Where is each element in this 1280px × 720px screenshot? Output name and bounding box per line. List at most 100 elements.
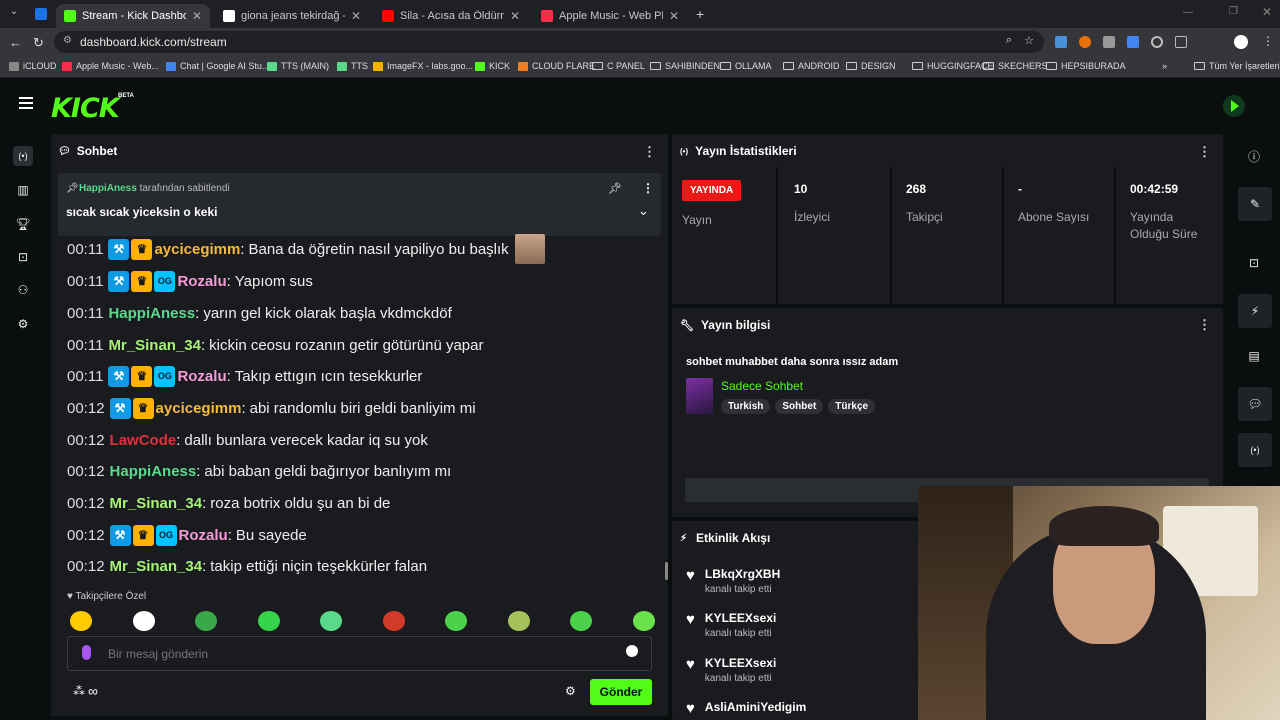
lightning-icon[interactable]: ⚡︎: [1238, 294, 1272, 328]
chat-message[interactable]: 00:11 HappiAness: yarın gel kick olarak ba…: [67, 301, 452, 325]
emoji-icon[interactable]: [626, 645, 638, 657]
bookmark-item[interactable]: KICK: [475, 61, 510, 71]
capture-icon[interactable]: ⊡: [1244, 253, 1264, 273]
chat-message[interactable]: 00:12 LawCode: dallı bunlara verecek kadar…: [67, 428, 428, 452]
tag-pill[interactable]: Turkish: [721, 399, 771, 414]
chat-input[interactable]: [67, 636, 652, 671]
tag-pill[interactable]: Sohbet: [775, 399, 824, 414]
kick-points-icon[interactable]: ⁂: [73, 684, 85, 698]
bookmark-item[interactable]: Apple Music - Web...: [62, 61, 159, 71]
message-username[interactable]: HappiAness: [110, 463, 197, 480]
zoom-icon[interactable]: ⌕: [1006, 34, 1012, 47]
bookmark-item[interactable]: TTS (MAIN): [267, 61, 329, 71]
broadcast-icon[interactable]: (•): [1238, 433, 1272, 467]
tab-pinned-favicon[interactable]: [35, 8, 47, 20]
mod-badge-icon[interactable]: ⚒: [108, 365, 130, 387]
emote-button[interactable]: [632, 611, 655, 631]
message-username[interactable]: Rozalu: [177, 273, 226, 290]
profile-avatar[interactable]: [1234, 35, 1248, 49]
message-username[interactable]: LawCode: [110, 432, 177, 449]
hamburger-menu-icon[interactable]: [19, 97, 33, 109]
chat-message[interactable]: 00:12 Mr_Sinan_34: roza botrix oldu şu an …: [67, 491, 390, 515]
vip-badge-icon[interactable]: ♛: [131, 365, 153, 387]
stream-icon[interactable]: (•): [13, 146, 33, 166]
bookmark-item[interactable]: OLLAMA: [720, 61, 772, 71]
site-info-icon[interactable]: ⚙: [63, 35, 72, 46]
bookmark-item[interactable]: Chat | Google AI Stu...: [166, 61, 269, 71]
bookmark-item[interactable]: CLOUD FLARE: [518, 61, 595, 71]
maximize-icon[interactable]: ❐: [1229, 6, 1238, 17]
info-icon[interactable]: ⓘ: [1244, 146, 1264, 166]
bookmark-item[interactable]: HEPSIBURADA: [1046, 61, 1126, 71]
emote-button[interactable]: [445, 611, 467, 631]
activity-event[interactable]: ♥ LBkqXrgXBH kanalı takip etti: [686, 567, 780, 595]
chat-message[interactable]: 00:12 Mr_Sinan_34: takip ettiği niçin teşe…: [67, 554, 427, 578]
chat-message[interactable]: 00:11 ⚒ ♛ aycicegimm: Bana da öğretin nasıl …: [67, 234, 545, 264]
back-icon[interactable]: ←: [9, 35, 22, 50]
close-tab-icon[interactable]: ✕: [669, 9, 679, 23]
user-avatar[interactable]: [1223, 95, 1245, 117]
emote-button[interactable]: [570, 611, 592, 631]
emote-button[interactable]: [257, 611, 280, 631]
emote-button[interactable]: [132, 611, 155, 631]
close-tab-icon[interactable]: ✕: [192, 9, 202, 23]
og-badge-icon[interactable]: OG: [154, 365, 176, 387]
bookmark-item[interactable]: iCLOUD: [9, 61, 57, 71]
emote-button[interactable]: [507, 611, 530, 631]
emote-button[interactable]: [195, 611, 217, 631]
emote-button[interactable]: [320, 611, 342, 631]
browser-tab[interactable]: giona jeans tekirdağ - Google ✕: [215, 4, 369, 28]
kick-logo[interactable]: KICK: [51, 93, 120, 124]
close-tab-icon[interactable]: ✕: [510, 9, 520, 23]
analytics-icon[interactable]: ▥: [13, 180, 33, 200]
chat-message[interactable]: 00:12 HappiAness: abi baban geldi bağırıyo…: [67, 459, 451, 483]
browser-menu-icon[interactable]: ⋮: [1262, 34, 1274, 48]
edit-icon[interactable]: ✎: [1238, 187, 1272, 221]
chat-menu-icon[interactable]: ⋮: [643, 144, 656, 160]
chat-message[interactable]: 00:12 ⚒ ♛ aycicegimm: abi randomlu biri geld…: [67, 396, 476, 420]
extension-icons[interactable]: [1055, 36, 1187, 48]
activity-event[interactable]: ♥ KYLEEXsexi kanalı takip etti: [686, 611, 776, 639]
emote-button[interactable]: [70, 611, 92, 631]
mod-badge-icon[interactable]: ⚒: [108, 270, 130, 292]
unpin-icon[interactable]: 📌︎: [608, 182, 622, 195]
vip-badge-icon[interactable]: ♛: [131, 238, 153, 260]
chat-message[interactable]: 00:12 ⚒ ♛ OG Rozalu: Bu sayede: [67, 523, 307, 547]
message-username[interactable]: Rozalu: [179, 527, 228, 544]
activity-event[interactable]: ♥ KYLEEXsexi kanalı takip etti: [686, 656, 776, 684]
chat-message[interactable]: 00:11 ⚒ ♛ OG Rozalu: Takıp ettıgın ıcın tesek…: [67, 364, 422, 388]
scrollbar[interactable]: [665, 562, 668, 580]
new-tab-icon[interactable]: +: [696, 6, 704, 22]
og-badge-icon[interactable]: OG: [155, 524, 177, 546]
bookmark-item[interactable]: SKECHERS: [983, 61, 1048, 71]
minimize-icon[interactable]: —: [1183, 7, 1193, 18]
info-menu-icon[interactable]: ⋮: [1198, 317, 1211, 333]
microphone-icon[interactable]: [82, 645, 91, 660]
mod-badge-icon[interactable]: ⚒: [109, 524, 131, 546]
tab-list-icon[interactable]: ⌄: [6, 6, 22, 22]
tag-pill[interactable]: Türkçe: [828, 399, 876, 414]
all-bookmarks[interactable]: Tüm Yer İşaretleri: [1194, 61, 1280, 71]
vip-badge-icon[interactable]: ♛: [132, 397, 154, 419]
bookmark-item[interactable]: ImageFX - labs.goo...: [373, 61, 473, 71]
message-username[interactable]: aycicegimm: [154, 241, 240, 258]
bookmark-item[interactable]: ANDROID: [783, 61, 840, 71]
browser-tab[interactable]: Stream - Kick Dashboard ✕: [56, 4, 210, 28]
message-username[interactable]: HappiAness: [108, 305, 195, 322]
community-icon[interactable]: ⚇: [13, 280, 33, 300]
bookmark-item[interactable]: DESIGN: [846, 61, 896, 71]
bookmark-item[interactable]: SAHIBINDEN: [650, 61, 720, 71]
bookmark-item[interactable]: TTS: [337, 61, 368, 71]
bookmarks-overflow-icon[interactable]: »: [1162, 61, 1167, 71]
pinned-message[interactable]: 📌︎ HappiAness tarafından sabitlendi sıca…: [58, 173, 661, 236]
og-badge-icon[interactable]: OG: [154, 270, 176, 292]
browser-tab[interactable]: Apple Music - Web Player ✕: [533, 4, 687, 28]
address-bar[interactable]: ⚙ dashboard.kick.com/stream ⌕ ☆: [54, 31, 1044, 53]
bookmark-item[interactable]: C PANEL: [592, 61, 645, 71]
mod-badge-icon[interactable]: ⚒: [108, 238, 130, 260]
clips-icon[interactable]: ⊡: [13, 247, 33, 267]
chat-message[interactable]: 00:11 ⚒ ♛ OG Rozalu: Yapıom sus: [67, 269, 313, 293]
stats-menu-icon[interactable]: ⋮: [1198, 144, 1211, 160]
message-username[interactable]: Mr_Sinan_34: [110, 558, 203, 575]
message-field[interactable]: [108, 645, 608, 663]
